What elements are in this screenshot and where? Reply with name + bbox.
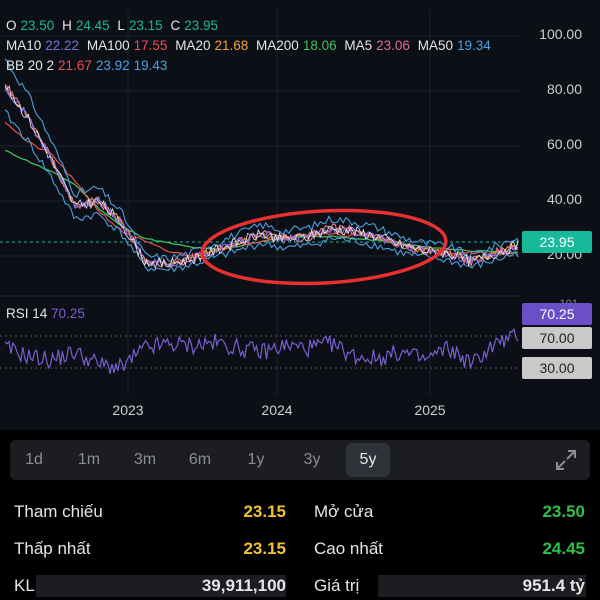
rsi-level-30: 30.00 (522, 357, 592, 379)
x-tick-2024: 2024 (261, 402, 293, 418)
price-tick-80: 80.00 (546, 81, 582, 97)
rsi-title: RSI 14 70.25 (6, 306, 85, 321)
price-tick-40: 40.00 (546, 191, 582, 207)
ma10-label: MA10 (6, 38, 42, 53)
price-tick-60: 60.00 (546, 136, 582, 152)
volume-value: 39,911,100 (201, 576, 286, 595)
low-label: L (117, 18, 125, 33)
range-3m-button[interactable]: 3m (123, 443, 167, 477)
high-value: 24.45 (75, 18, 110, 33)
open-label: O (6, 18, 17, 33)
low-price-value: 23.15 (243, 539, 286, 558)
bb-value-2: 23.92 (95, 58, 130, 73)
ma50-value: 19.34 (456, 38, 491, 53)
ma-row: MA10 22.22 MA100 17.55 MA20 21.68 MA200 18.0… (6, 38, 495, 53)
bb-row: BB 20 2 21.67 23.92 19.43 (6, 58, 171, 73)
trade-value-value: 951.4 tỷ (522, 576, 585, 595)
ma10-value: 22.22 (45, 38, 80, 53)
range-6m-button[interactable]: 6m (178, 443, 222, 477)
open-price-label: Mở cửa (314, 502, 374, 521)
bb-label: BB 20 2 (6, 58, 55, 73)
rsi-badge: 70.25 (522, 303, 592, 325)
expand-icon[interactable] (554, 448, 578, 472)
range-3y-button[interactable]: 3y (290, 443, 334, 477)
high-price-value: 24.45 (542, 539, 585, 558)
low-value: 23.15 (128, 18, 163, 33)
x-tick-2025: 2025 (414, 402, 446, 418)
high-label: H (62, 18, 72, 33)
ma5-value: 23.06 (376, 38, 410, 53)
open-value: 23.50 (20, 18, 55, 33)
volume-label: KL (14, 576, 35, 595)
range-5y-button[interactable]: 5y (346, 443, 390, 477)
close-label: C (170, 18, 181, 33)
high-price-label: Cao nhất (314, 539, 383, 558)
ma200-line (4, 149, 519, 254)
close-value: 23.95 (184, 18, 219, 33)
ma20-line (4, 86, 519, 266)
ma20-value: 21.68 (214, 38, 249, 53)
open-price-value: 23.50 (542, 502, 585, 521)
ma50-label: MA50 (417, 38, 453, 53)
ma100-value: 17.55 (133, 38, 168, 53)
bb-value-3: 19.43 (133, 58, 168, 73)
time-range-bar: 1d 1m 3m 6m 1y 3y 5y (10, 440, 590, 480)
ref-value: 23.15 (243, 502, 286, 521)
range-1d-button[interactable]: 1d (12, 443, 56, 477)
ma10-line (4, 88, 519, 268)
range-1m-button[interactable]: 1m (67, 443, 111, 477)
ma5-line (4, 83, 519, 269)
ma20-label: MA20 (175, 38, 211, 53)
ma200-value: 18.06 (302, 38, 337, 53)
trade-value-label: Giá trị (314, 576, 360, 595)
rsi-level-70: 70.00 (522, 327, 592, 349)
ref-label: Tham chiếu (14, 502, 103, 521)
rsi-label: RSI 14 (6, 306, 48, 321)
ma5-label: MA5 (344, 38, 373, 53)
last-price-badge: 23.95 (522, 231, 592, 253)
rsi-value: 70.25 (51, 306, 85, 321)
price-tick-100: 100.00 (539, 26, 582, 42)
bb-value-1: 21.67 (58, 58, 92, 73)
ma100-label: MA100 (86, 38, 130, 53)
x-tick-2023: 2023 (112, 402, 144, 418)
ohlc-row: O 23.50 H 24.45 L 23.15 C 23.95 (6, 18, 222, 33)
low-price-label: Thấp nhất (14, 539, 91, 558)
ma200-label: MA200 (256, 38, 299, 53)
chart-panel[interactable]: O 23.50 H 24.45 L 23.15 C 23.95 MA10 22.22 MA… (0, 0, 600, 430)
range-1y-button[interactable]: 1y (234, 443, 278, 477)
